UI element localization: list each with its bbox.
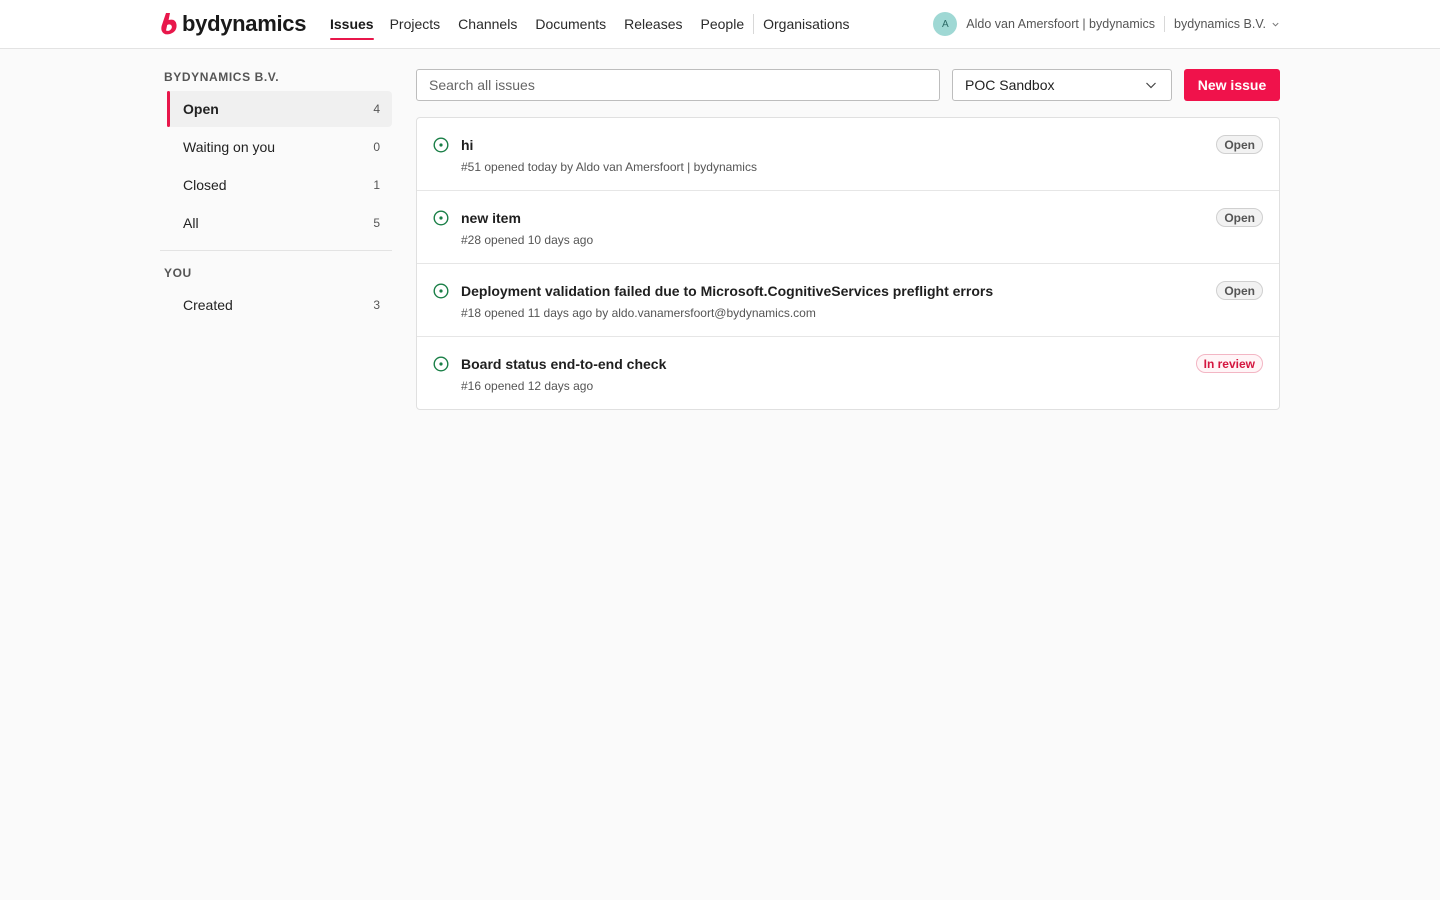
chevron-down-icon [1272, 22, 1279, 27]
project-select-value: POC Sandbox [965, 77, 1055, 93]
issue-meta: #16 opened 12 days ago [461, 379, 594, 393]
sidebar-item-created[interactable]: Created 3 [167, 287, 392, 323]
issue-row[interactable]: hi #51 opened today by Aldo van Amersfoo… [417, 118, 1279, 191]
issue-title[interactable]: Deployment validation failed due to Micr… [461, 283, 993, 299]
sidebar-you-heading: YOU [164, 266, 192, 280]
new-issue-button[interactable]: New issue [1184, 69, 1280, 101]
issues-toolbar: POC Sandbox New issue [416, 69, 1280, 101]
org-switcher[interactable]: bydynamics B.V. [1174, 17, 1280, 31]
sidebar-item-open[interactable]: Open 4 [167, 91, 392, 127]
main-nav: Issues Projects Channels Documents Relea… [330, 0, 850, 48]
avatar[interactable]: A [933, 12, 958, 36]
sidebar-divider [160, 250, 392, 251]
nav-organisations[interactable]: Organisations [763, 0, 849, 48]
sidebar-item-label: Closed [183, 177, 227, 193]
sidebar-item-label: Open [183, 101, 219, 117]
issue-row[interactable]: new item #28 opened 10 days ago Open [417, 191, 1279, 264]
user-divider [1164, 16, 1166, 32]
chevron-down-icon [1146, 82, 1156, 89]
sidebar-item-label: Created [183, 297, 233, 313]
nav-people[interactable]: People [701, 0, 745, 48]
sidebar-item-count: 3 [373, 298, 380, 312]
issue-row[interactable]: Deployment validation failed due to Micr… [417, 264, 1279, 337]
issue-list: hi #51 opened today by Aldo van Amersfoo… [416, 117, 1280, 410]
issue-title[interactable]: new item [461, 210, 521, 226]
issue-open-icon [433, 137, 449, 153]
sidebar-item-count: 5 [373, 216, 380, 230]
nav-releases[interactable]: Releases [624, 0, 682, 48]
sidebar-item-waiting-on-you[interactable]: Waiting on you 0 [167, 129, 392, 165]
brand-name: bydynamics [182, 11, 307, 36]
issue-title[interactable]: hi [461, 137, 473, 153]
user-area: A Aldo van Amersfoort | bydynamics bydyn… [933, 0, 1280, 48]
sidebar-item-label: Waiting on you [183, 139, 276, 155]
status-badge: Open [1216, 208, 1263, 227]
project-select[interactable]: POC Sandbox [952, 69, 1172, 101]
status-badge: Open [1216, 281, 1263, 300]
sidebar-org-heading: BYDYNAMICS B.V. [164, 70, 280, 84]
nav-divider [753, 14, 755, 34]
nav-channels[interactable]: Channels [458, 0, 517, 48]
org-name: bydynamics B.V. [1174, 17, 1266, 31]
sidebar-item-count: 0 [373, 140, 380, 154]
sidebar: BYDYNAMICS B.V. Open 4 Waiting on you 0 … [160, 64, 392, 325]
sidebar-item-all[interactable]: All 5 [167, 205, 392, 241]
brand-logo[interactable]: bydynamics [160, 9, 306, 39]
status-badge: Open [1216, 135, 1263, 154]
sidebar-item-closed[interactable]: Closed 1 [167, 167, 392, 203]
issue-title[interactable]: Board status end-to-end check [461, 356, 666, 372]
issue-open-icon [433, 210, 449, 226]
issue-open-icon [433, 356, 449, 372]
nav-projects[interactable]: Projects [390, 0, 441, 48]
issue-open-icon [433, 283, 449, 299]
bydynamics-logo-icon [161, 13, 177, 35]
user-name[interactable]: Aldo van Amersfoort | bydynamics [966, 17, 1155, 31]
nav-documents[interactable]: Documents [535, 0, 606, 48]
sidebar-item-count: 4 [373, 102, 380, 116]
issue-meta: #28 opened 10 days ago [461, 233, 594, 247]
issue-row[interactable]: Board status end-to-end check #16 opened… [417, 337, 1279, 409]
issue-meta: #51 opened today by Aldo van Amersfoort … [461, 160, 757, 174]
issue-meta: #18 opened 11 days ago by aldo.vanamersf… [461, 306, 816, 320]
sidebar-item-count: 1 [373, 178, 380, 192]
nav-issues[interactable]: Issues [330, 0, 374, 48]
sidebar-item-label: All [183, 215, 199, 231]
top-bar: bydynamics Issues Projects Channels Docu… [0, 0, 1440, 49]
search-input[interactable] [416, 69, 940, 101]
status-badge: In review [1195, 354, 1263, 373]
